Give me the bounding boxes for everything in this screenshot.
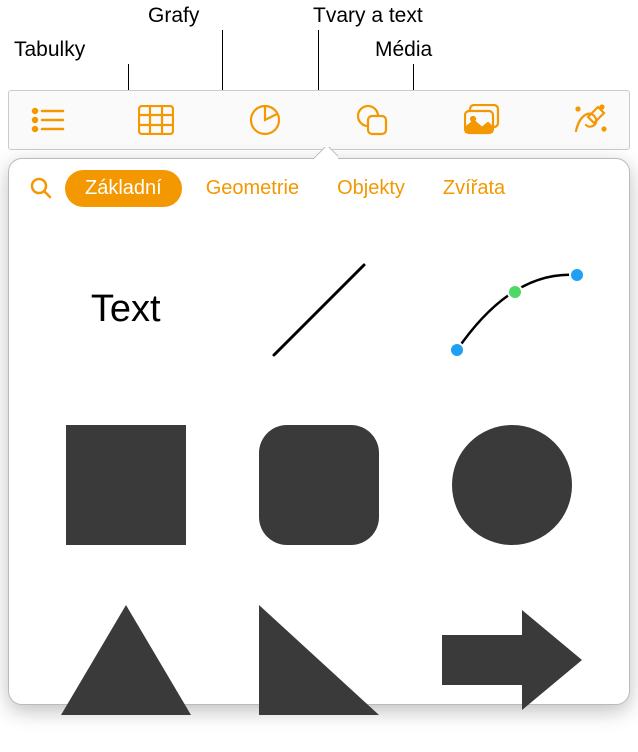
shape-triangle[interactable] (44, 587, 207, 732)
search-icon[interactable] (27, 174, 55, 202)
shape-right-triangle[interactable] (237, 587, 400, 732)
category-geometry[interactable]: Geometrie (192, 170, 313, 207)
tables-icon[interactable] (135, 99, 177, 141)
callout-media: Média (375, 38, 432, 62)
popover-arrow (314, 147, 338, 159)
shapes-grid: Text (9, 217, 629, 752)
shapes-icon[interactable] (352, 99, 394, 141)
shape-square[interactable] (44, 412, 207, 557)
shapes-popover: Základní Geometrie Objekty Zvířata Text (8, 158, 630, 705)
shape-rounded-square[interactable] (237, 412, 400, 557)
shape-line[interactable] (237, 237, 400, 382)
category-objects[interactable]: Objekty (323, 170, 419, 207)
category-bar: Základní Geometrie Objekty Zvířata (9, 159, 629, 217)
callout-tables: Tabulky (14, 38, 85, 62)
shape-circle[interactable] (431, 412, 594, 557)
callout-shapes-text: Tvary a text (313, 4, 423, 28)
shape-curve[interactable] (431, 237, 594, 382)
shape-text[interactable]: Text (44, 237, 207, 382)
toolbar (8, 90, 630, 150)
callout-charts: Grafy (148, 4, 199, 28)
shape-arrow-right[interactable] (431, 587, 594, 732)
category-basic[interactable]: Základní (65, 170, 182, 207)
list-icon[interactable] (27, 99, 69, 141)
category-animals[interactable]: Zvířata (429, 170, 519, 207)
charts-icon[interactable] (244, 99, 286, 141)
draw-icon[interactable] (569, 99, 611, 141)
text-shape-label: Text (91, 288, 161, 331)
media-icon[interactable] (461, 99, 503, 141)
